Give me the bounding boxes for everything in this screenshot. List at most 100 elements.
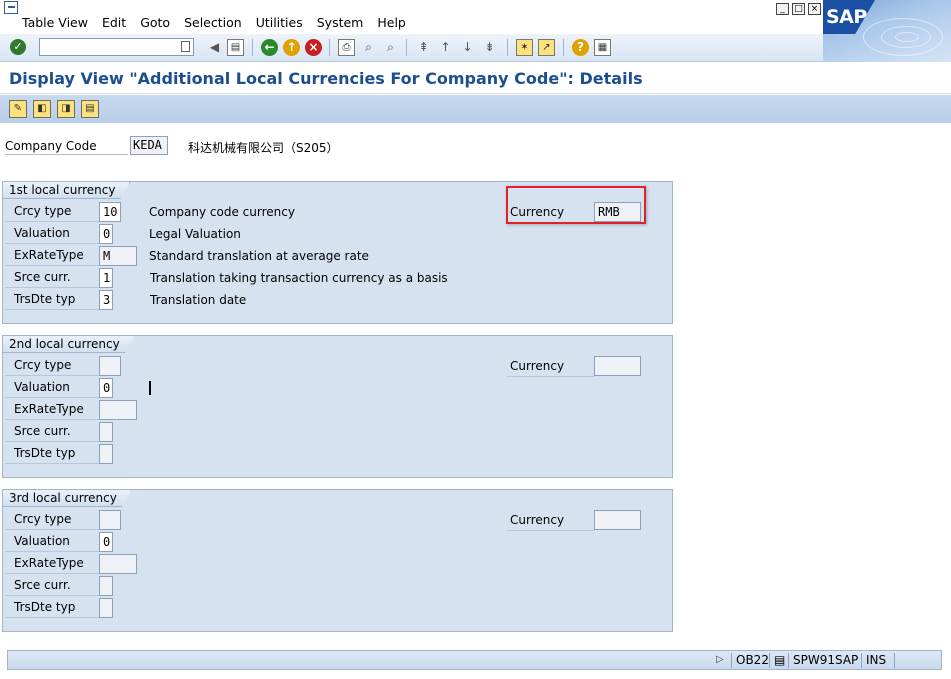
find-icon[interactable]: ⌕ — [360, 39, 377, 56]
first-page-icon[interactable]: ⇞ — [415, 39, 432, 56]
status-mode: INS — [861, 653, 890, 668]
crcy-type-field[interactable]: 10 — [99, 202, 121, 222]
status-list-icon[interactable]: ▤ — [769, 653, 787, 668]
group-title: 2nd local currency — [3, 336, 135, 353]
display-change-icon[interactable]: ✎ — [9, 100, 27, 118]
previous-entry-icon[interactable]: ◧ — [33, 100, 51, 118]
menu-selection[interactable]: Selection — [184, 15, 242, 30]
last-page-icon[interactable]: ⇟ — [481, 39, 498, 56]
group-2nd-local-currency: 2nd local currency Crcy type Valuation 0… — [2, 335, 673, 478]
toolbar-separator — [406, 39, 407, 56]
system-menu-icon[interactable] — [4, 1, 18, 14]
status-transaction: OB22 — [731, 653, 773, 668]
valuation-field[interactable]: 0 — [99, 532, 113, 552]
exratetype-label: ExRateType — [5, 400, 100, 420]
menu-utilities[interactable]: Utilities — [256, 15, 303, 30]
group-title: 1st local currency — [3, 182, 130, 199]
enter-icon[interactable]: ✓ — [10, 39, 26, 55]
srce-curr-label: Srce curr. — [5, 422, 100, 442]
crcy-type-label: Crcy type — [5, 510, 100, 530]
currency-field[interactable] — [594, 510, 641, 530]
variable-list-icon[interactable]: ▤ — [81, 100, 99, 118]
menu-edit[interactable]: Edit — [102, 15, 126, 30]
close-icon[interactable]: × — [808, 3, 821, 15]
toolbar-separator — [252, 39, 253, 56]
srce-curr-label: Srce curr. — [5, 268, 100, 288]
menu-items: Table View Edit Goto Selection Utilities… — [22, 15, 420, 30]
previous-page-icon[interactable]: ↑ — [437, 39, 454, 56]
company-code-label: Company Code — [5, 139, 128, 155]
company-code-field[interactable]: KEDA — [130, 136, 168, 155]
back-arrow-icon[interactable]: ◀ — [206, 39, 223, 56]
crcy-type-desc: Company code currency — [149, 205, 295, 219]
cancel-icon[interactable]: × — [305, 39, 322, 56]
layout-icon[interactable]: ▦ — [594, 39, 611, 56]
page-title: Display View "Additional Local Currencie… — [9, 69, 643, 88]
menu-help[interactable]: Help — [377, 15, 406, 30]
help-icon[interactable]: ? — [572, 39, 589, 56]
command-field[interactable] — [39, 38, 194, 56]
status-expand-icon[interactable]: ▷ — [716, 654, 724, 665]
status-spacer — [894, 653, 936, 668]
toolbar-separator — [563, 39, 564, 56]
menu-goto[interactable]: Goto — [140, 15, 170, 30]
srce-curr-field[interactable]: 1 — [99, 268, 113, 288]
crcy-type-field[interactable] — [99, 356, 121, 376]
srce-curr-field[interactable] — [99, 576, 113, 596]
shortcut-icon[interactable]: ↗ — [538, 39, 555, 56]
menu-bar: Table View Edit Goto Selection Utilities… — [0, 0, 951, 34]
valuation-desc: Legal Valuation — [149, 227, 241, 241]
valuation-field[interactable]: 0 — [99, 378, 113, 398]
menu-table-view[interactable]: Table View — [22, 15, 88, 30]
srce-curr-desc: Translation taking transaction currency … — [150, 271, 448, 285]
minimize-icon[interactable]: _ — [776, 3, 789, 15]
save-icon[interactable]: ▤ — [227, 39, 244, 56]
restore-icon[interactable]: □ — [792, 3, 805, 15]
trsdte-typ-label: TrsDte typ — [5, 290, 100, 310]
exratetype-label: ExRateType — [5, 554, 100, 574]
crcy-type-field[interactable] — [99, 510, 121, 530]
standard-toolbar: ✓ ◀ ▤ ← ↑ × ⎙ ⌕ ⌕ ⇞ ↑ ↓ ⇟ ✶ ↗ ? ▦ — [0, 34, 823, 62]
next-page-icon[interactable]: ↓ — [459, 39, 476, 56]
crcy-type-label: Crcy type — [5, 202, 100, 222]
currency-label: Currency — [507, 511, 595, 531]
exratetype-label: ExRateType — [5, 246, 100, 266]
text-cursor — [149, 381, 151, 395]
title-bar: Display View "Additional Local Currencie… — [0, 63, 951, 94]
back-icon[interactable]: ← — [261, 39, 278, 56]
print-icon[interactable]: ⎙ — [338, 39, 355, 56]
trsdte-typ-field[interactable] — [99, 444, 113, 464]
valuation-label: Valuation — [5, 532, 100, 552]
group-3rd-local-currency: 3rd local currency Crcy type Valuation 0… — [2, 489, 673, 632]
command-field-history-icon[interactable] — [181, 41, 190, 52]
status-server: SPW91SAP — [788, 653, 862, 668]
exratetype-desc: Standard translation at average rate — [149, 249, 369, 263]
srce-curr-field[interactable] — [99, 422, 113, 442]
next-entry-icon[interactable]: ◨ — [57, 100, 75, 118]
trsdte-typ-field[interactable]: 3 — [99, 290, 113, 310]
currency-highlight-box — [506, 186, 646, 224]
trsdte-typ-field[interactable] — [99, 598, 113, 618]
toolbar-separator — [329, 39, 330, 56]
group-1st-local-currency: 1st local currency Crcy type 10 Company … — [2, 181, 673, 324]
exit-icon[interactable]: ↑ — [283, 39, 300, 56]
exratetype-field[interactable] — [99, 554, 137, 574]
valuation-label: Valuation — [5, 378, 100, 398]
valuation-label: Valuation — [5, 224, 100, 244]
sap-logo: SAP — [823, 0, 951, 62]
trsdte-typ-label: TrsDte typ — [5, 444, 100, 464]
menu-system[interactable]: System — [317, 15, 364, 30]
company-name: 科达机械有限公司（S205） — [188, 141, 339, 155]
window-controls: _ □ × — [776, 3, 821, 15]
find-next-icon[interactable]: ⌕ — [382, 39, 399, 56]
valuation-field[interactable]: 0 — [99, 224, 113, 244]
currency-field[interactable] — [594, 356, 641, 376]
status-bar: ▷ OB22 ▤ SPW91SAP INS — [7, 650, 942, 670]
exratetype-field[interactable] — [99, 400, 137, 420]
exratetype-field[interactable]: M — [99, 246, 137, 266]
crcy-type-label: Crcy type — [5, 356, 100, 376]
content-area: Company Code KEDA 科达机械有限公司（S205） 1st loc… — [0, 124, 951, 648]
group-title: 3rd local currency — [3, 490, 132, 507]
srce-curr-label: Srce curr. — [5, 576, 100, 596]
create-session-icon[interactable]: ✶ — [516, 39, 533, 56]
